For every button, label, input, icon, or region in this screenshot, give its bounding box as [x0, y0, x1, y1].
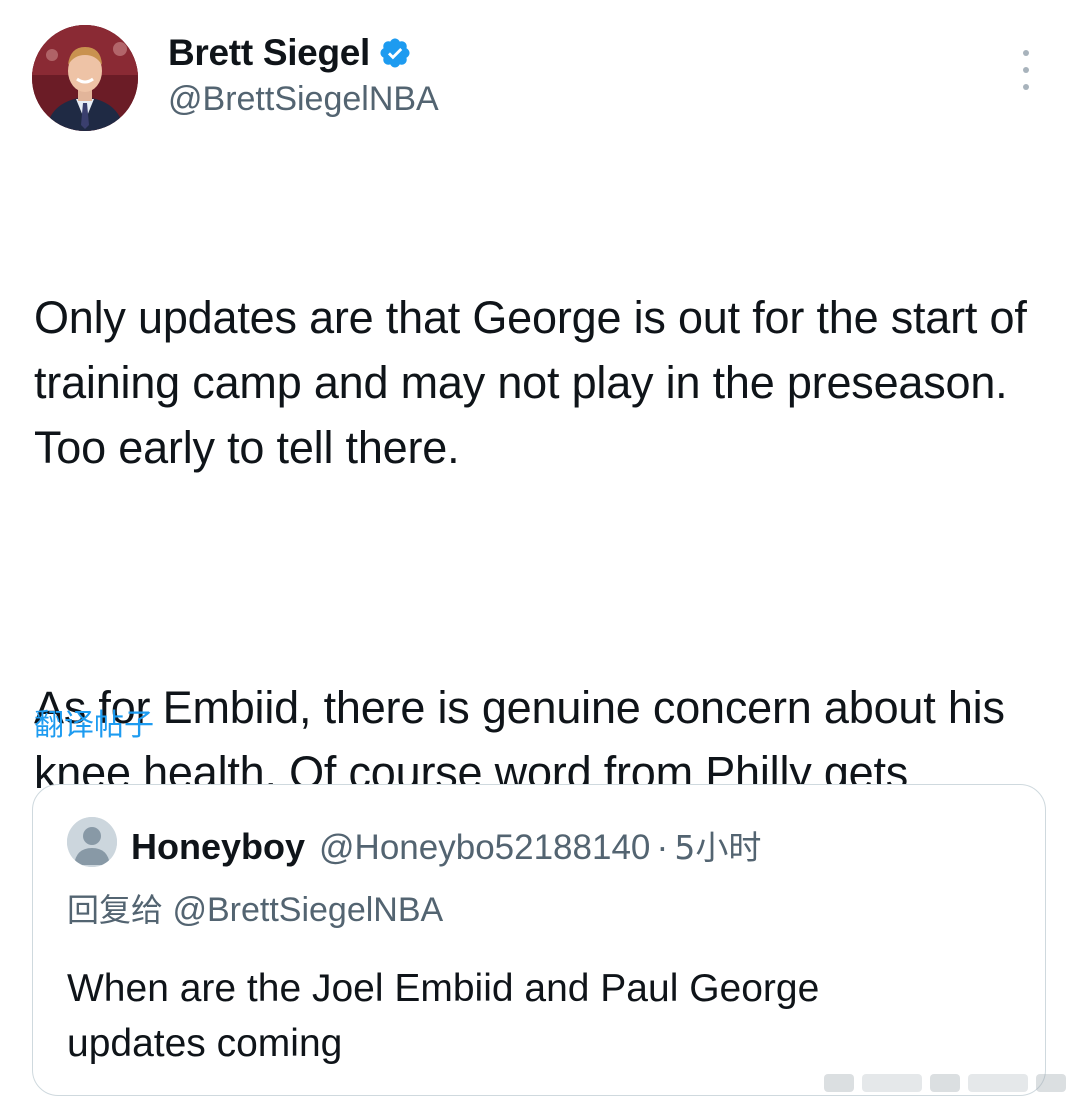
more-dot	[1023, 67, 1029, 73]
author-avatar-image	[32, 25, 138, 131]
quoted-tweet-text: When are the Joel Embiid and Paul George…	[67, 967, 820, 1065]
reply-to-handle[interactable]: @BrettSiegelNBA	[172, 891, 443, 929]
author-name[interactable]: Brett Siegel	[168, 32, 370, 74]
watermark	[822, 1066, 1072, 1098]
quoted-tweet-header: Honeyboy @Honeybo52188140 · 5小时	[131, 821, 761, 869]
reply-to-prefix: 回复给	[67, 891, 164, 929]
author-handle[interactable]: @BrettSiegelNBA	[168, 80, 439, 119]
more-dot	[1023, 84, 1029, 90]
quoted-timestamp[interactable]: 5小时	[674, 821, 761, 869]
tweet-view: Brett Siegel @BrettSiegelNBA Only update…	[0, 0, 1080, 1106]
more-options-icon[interactable]	[1012, 50, 1040, 90]
translate-post-link[interactable]: 翻译帖子	[34, 700, 154, 744]
quoted-author-handle[interactable]: @Honeybo52188140	[319, 828, 650, 868]
reply-to-line: 回复给 @BrettSiegelNBA	[67, 885, 443, 931]
more-dot	[1023, 50, 1029, 56]
author-name-row: Brett Siegel	[168, 30, 412, 76]
verified-icon	[378, 36, 412, 70]
default-avatar-icon	[67, 817, 117, 867]
author-avatar[interactable]	[32, 25, 138, 131]
quoted-tweet-card[interactable]: Honeyboy @Honeybo52188140 · 5小时 回复给 @Bre…	[32, 784, 1046, 1096]
quoted-author-name[interactable]: Honeyboy	[131, 826, 305, 868]
separator-dot: ·	[656, 826, 669, 867]
tweet-paragraph: Only updates are that George is out for …	[34, 292, 1039, 473]
